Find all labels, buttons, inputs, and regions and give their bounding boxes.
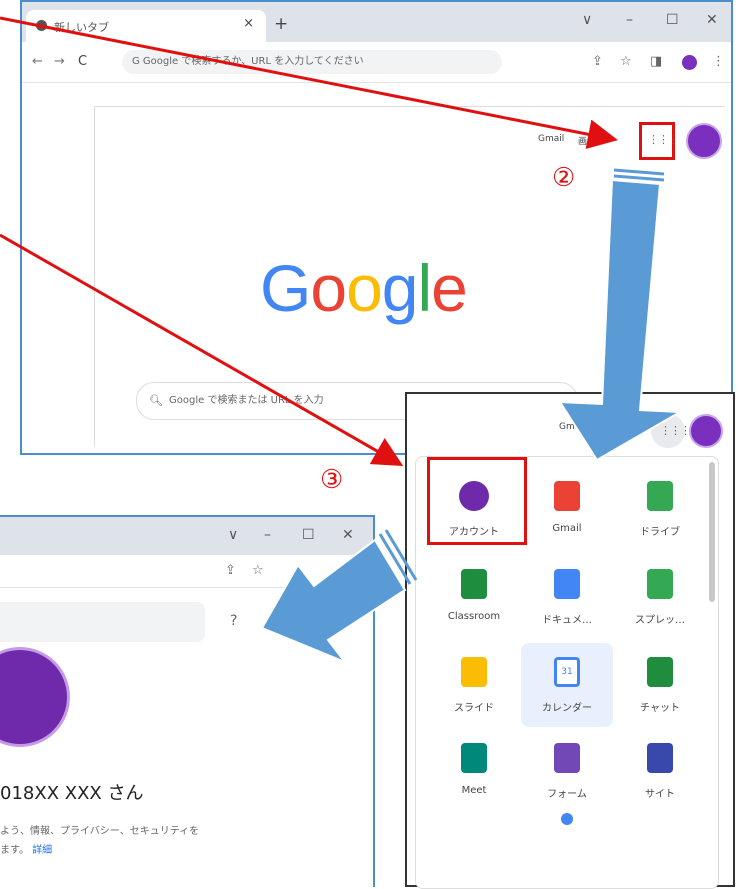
red-arrow-to-apps xyxy=(0,16,618,150)
blue-arrow-down xyxy=(558,168,684,462)
blue-arrow-left xyxy=(260,529,418,665)
red-arrow-to-popup xyxy=(0,233,404,466)
annotation-overlay xyxy=(0,16,684,665)
